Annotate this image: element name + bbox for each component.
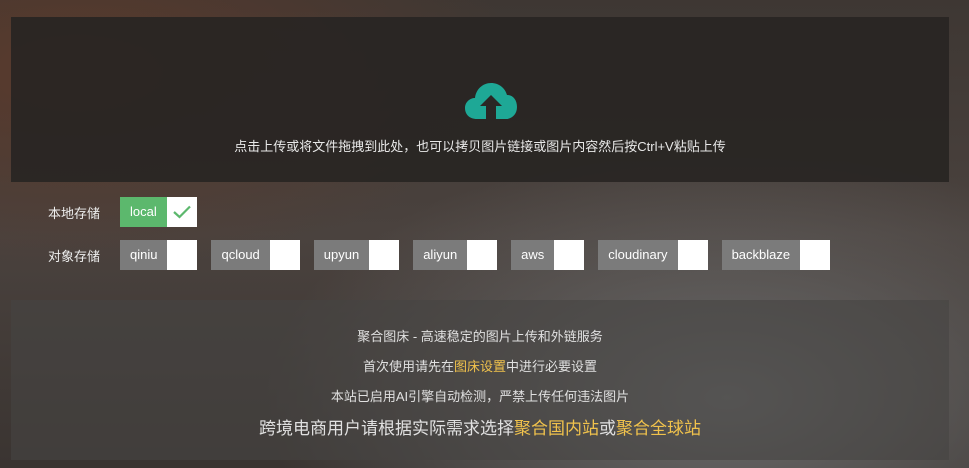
global-site-link[interactable]: 聚合全球站 xyxy=(616,419,701,438)
upload-instructions: 点击上传或将文件拖拽到此处，也可以拷贝图片链接或图片内容然后按Ctrl+V粘贴上… xyxy=(234,139,726,154)
option-label: backblaze xyxy=(721,240,801,270)
text: 中进行必要设置 xyxy=(506,359,598,374)
storage-option-qcloud[interactable]: qcloud xyxy=(211,240,300,270)
checkbox[interactable] xyxy=(166,197,197,227)
option-label: aws xyxy=(511,240,555,270)
settings-link[interactable]: 图床设置 xyxy=(454,359,506,374)
option-label: upyun xyxy=(313,240,370,270)
option-label: aliyun xyxy=(413,240,468,270)
info-setup-note: 首次使用请先在图床设置中进行必要设置 xyxy=(11,356,949,375)
checkbox[interactable] xyxy=(369,240,400,270)
storage-option-qiniu[interactable]: qiniu xyxy=(120,240,198,270)
local-storage-label: 本地存储 xyxy=(48,205,101,221)
option-label: qcloud xyxy=(211,240,270,270)
domestic-site-link[interactable]: 聚合国内站 xyxy=(514,419,599,438)
option-label: local xyxy=(120,197,167,227)
option-label: qiniu xyxy=(120,240,168,270)
storage-option-aliyun[interactable]: aliyun xyxy=(413,240,498,270)
cloud-upload-icon xyxy=(465,83,517,119)
checkbox[interactable] xyxy=(554,240,585,270)
check-icon xyxy=(173,205,191,219)
info-ai-warning: 本站已启用AI引擎自动检测，严禁上传任何违法图片 xyxy=(330,389,630,404)
object-storage-label: 对象存储 xyxy=(48,248,101,264)
info-site-choice: 跨境电商用户请根据实际需求选择聚合国内站或聚合全球站 xyxy=(11,414,949,439)
storage-option-backblaze[interactable]: backblaze xyxy=(721,240,831,270)
checkbox[interactable] xyxy=(800,240,831,270)
object-storage-row: 对象存储 qiniu qcloud upyun aliyun aws cloud… xyxy=(48,240,844,270)
storage-option-upyun[interactable]: upyun xyxy=(313,240,400,270)
info-panel: 聚合图床 - 高速稳定的图片上传和外链服务 首次使用请先在图床设置中进行必要设置… xyxy=(11,300,949,460)
upload-dropzone[interactable]: 点击上传或将文件拖拽到此处，也可以拷贝图片链接或图片内容然后按Ctrl+V粘贴上… xyxy=(11,17,949,182)
text: 或 xyxy=(599,419,616,438)
text: 首次使用请先在 xyxy=(362,359,454,374)
storage-option-local[interactable]: local xyxy=(120,197,197,227)
option-label: cloudinary xyxy=(598,240,678,270)
checkbox[interactable] xyxy=(467,240,498,270)
storage-option-aws[interactable]: aws xyxy=(511,240,585,270)
checkbox[interactable] xyxy=(677,240,708,270)
checkbox[interactable] xyxy=(167,240,198,270)
info-tagline: 聚合图床 - 高速稳定的图片上传和外链服务 xyxy=(357,329,603,344)
local-storage-row: 本地存储 local xyxy=(48,197,211,227)
storage-option-cloudinary[interactable]: cloudinary xyxy=(598,240,708,270)
text: 跨境电商用户请根据实际需求选择 xyxy=(259,419,514,438)
checkbox[interactable] xyxy=(269,240,300,270)
